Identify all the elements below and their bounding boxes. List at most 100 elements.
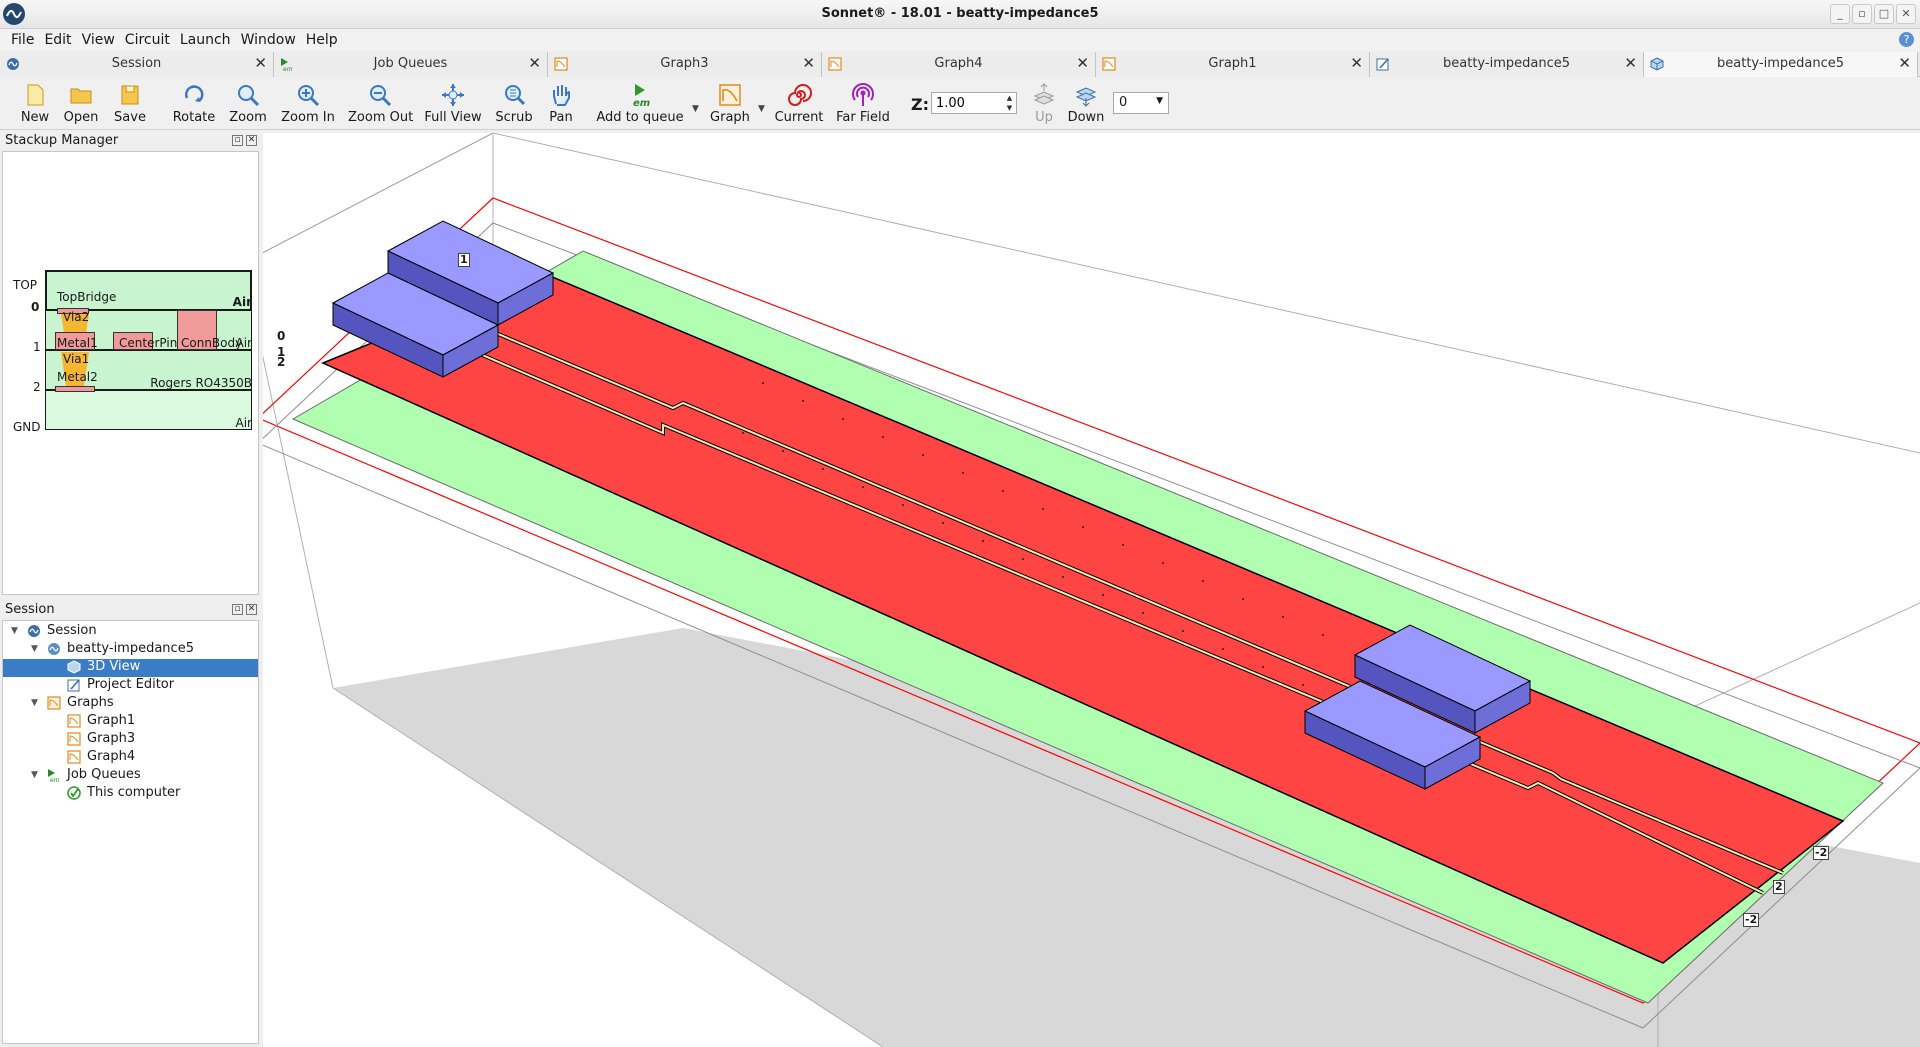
menu-edit[interactable]: Edit (39, 32, 76, 48)
box-edge (1657, 602, 1920, 724)
close-icon[interactable]: ✕ (1350, 56, 1363, 71)
maximize-button[interactable]: □ (1874, 4, 1894, 24)
port-minus2-label-a[interactable]: -2 (1813, 846, 1830, 860)
menu-view[interactable]: View (77, 32, 120, 48)
document-tabs: Session ✕ em Job Queues ✕ Graph3 ✕ Graph… (0, 52, 1920, 77)
level-0-label: 0 (31, 300, 40, 314)
save-button[interactable]: Save (112, 80, 148, 128)
tab-job-queues[interactable]: em Job Queues ✕ (274, 52, 548, 77)
metal1-label: Metal1 (57, 336, 98, 350)
close-icon[interactable]: ✕ (528, 56, 541, 71)
tree-item-project-editor[interactable]: Project Editor (67, 677, 257, 695)
add-to-queue-button[interactable]: em Add to queue (596, 80, 684, 128)
float-panel-icon[interactable]: ▫ (232, 604, 243, 615)
chevron-down-icon[interactable]: ▼ (11, 626, 18, 636)
zoom-out-icon (370, 85, 392, 107)
close-icon[interactable]: ✕ (1624, 56, 1637, 71)
restore-button[interactable]: ▫ (1852, 4, 1872, 24)
3d-viewport[interactable]: 0 1 2 1 -2 2 -2 (263, 133, 1920, 1047)
menu-window[interactable]: Window (236, 32, 301, 48)
tree-item-project[interactable]: ▼ beatty-impedance5 (31, 641, 257, 659)
close-window-button[interactable]: ✕ (1896, 4, 1916, 24)
level-2-label: 2 (33, 380, 41, 394)
zoom-in-button[interactable]: Zoom In (280, 80, 336, 128)
add-to-queue-dropdown-icon[interactable]: ▼ (692, 104, 699, 114)
tree-item-graph1[interactable]: Graph1 (67, 713, 257, 731)
close-icon[interactable]: ✕ (1898, 56, 1911, 71)
3d-model-scene[interactable] (263, 133, 1920, 1047)
menu-help[interactable]: Help (301, 32, 343, 48)
pan-button[interactable]: Pan (546, 80, 576, 128)
session-panel-title-text: Session (5, 602, 55, 617)
close-icon[interactable]: ✕ (802, 56, 815, 71)
open-label: Open (63, 110, 99, 125)
float-panel-icon[interactable]: ▫ (232, 135, 243, 146)
graph-button[interactable]: Graph (708, 80, 752, 128)
level-gnd-label: GND (13, 420, 41, 434)
new-label: New (20, 110, 50, 125)
tab-graph4[interactable]: Graph4 ✕ (822, 52, 1096, 77)
chevron-down-icon[interactable]: ▼ (31, 698, 38, 708)
air-gnd-layer[interactable] (45, 390, 252, 430)
current-label: Current (774, 110, 824, 125)
close-icon[interactable]: ✕ (1076, 56, 1089, 71)
menu-launch[interactable]: Launch (175, 32, 236, 48)
menu-file[interactable]: File (6, 32, 39, 48)
svg-text:em: em (50, 777, 60, 782)
chevron-down-icon[interactable]: ▼ (31, 770, 38, 780)
em-run-icon: em (633, 84, 650, 108)
zoom-button[interactable]: Zoom (228, 80, 268, 128)
tab-graph3[interactable]: Graph3 ✕ (548, 52, 822, 77)
level-1-label: 1 (33, 340, 41, 354)
tree-item-job-queues[interactable]: ▼ em Job Queues (31, 767, 257, 785)
z-scale-spinner[interactable]: ▲ ▼ (1003, 93, 1016, 113)
close-panel-icon[interactable]: ✕ (246, 604, 257, 615)
level-down-button[interactable]: Down (1066, 80, 1106, 128)
metal2-strip[interactable] (55, 386, 95, 392)
tab-3d-view[interactable]: beatty-impedance5 ✕ (1644, 52, 1918, 77)
level-select[interactable]: 0 ▼ (1113, 92, 1169, 114)
close-icon[interactable]: ✕ (254, 56, 267, 71)
port-1-label[interactable]: 1 (458, 253, 470, 267)
tree-item-3d-view[interactable]: 3D View (3, 659, 258, 677)
tree-item-graphs[interactable]: ▼ Graphs (31, 695, 257, 713)
help-icon[interactable]: ? (1899, 32, 1914, 47)
full-view-button[interactable]: Full View (424, 80, 482, 128)
menu-circuit[interactable]: Circuit (120, 32, 175, 48)
toolbar: New Open Save Rotate Zoom Zoom In Zoom O… (0, 78, 1920, 130)
check-circle-icon (67, 786, 81, 800)
zoom-out-button[interactable]: Zoom Out (348, 80, 413, 128)
tree-label: This computer (87, 785, 181, 800)
port-minus2-label-b[interactable]: -2 (1743, 913, 1760, 927)
tree-label: Graph3 (87, 731, 136, 746)
new-button[interactable]: New (18, 80, 52, 128)
level-up-button[interactable]: Up (1030, 80, 1058, 128)
current-spiral-icon (788, 84, 812, 106)
save-icon (121, 85, 139, 105)
tab-label: Session (111, 56, 162, 71)
tree-label: Session (47, 623, 97, 638)
tab-graph1[interactable]: Graph1 ✕ (1096, 52, 1370, 77)
chevron-down-icon[interactable]: ▼ (31, 644, 38, 654)
graph-icon (1102, 57, 1116, 71)
open-button[interactable]: Open (62, 80, 100, 128)
tree-item-session[interactable]: ▼ Session (11, 623, 257, 641)
stackup-manager-title-text: Stackup Manager (5, 133, 119, 148)
tree-label: 3D View (87, 659, 141, 674)
graph-dropdown-icon[interactable]: ▼ (758, 104, 765, 114)
tab-project-editor[interactable]: beatty-impedance5 ✕ (1370, 52, 1644, 77)
tree-item-this-computer[interactable]: This computer (67, 785, 257, 803)
port-2-label[interactable]: 2 (1773, 880, 1785, 894)
current-button[interactable]: Current (774, 80, 824, 128)
box-edge (263, 355, 334, 689)
scrub-button[interactable]: Scrub (494, 80, 534, 128)
minimize-button[interactable]: _ (1830, 4, 1850, 24)
tab-session[interactable]: Session ✕ (0, 52, 274, 77)
tree-item-graph4[interactable]: Graph4 (67, 749, 257, 767)
rotate-button[interactable]: Rotate (172, 80, 216, 128)
window-title: Sonnet® - 18.01 - beatty-impedance5 (821, 6, 1099, 21)
close-panel-icon[interactable]: ✕ (246, 135, 257, 146)
tree-item-graph3[interactable]: Graph3 (67, 731, 257, 749)
far-field-button[interactable]: Far Field (834, 80, 892, 128)
scrub-icon (505, 85, 526, 106)
